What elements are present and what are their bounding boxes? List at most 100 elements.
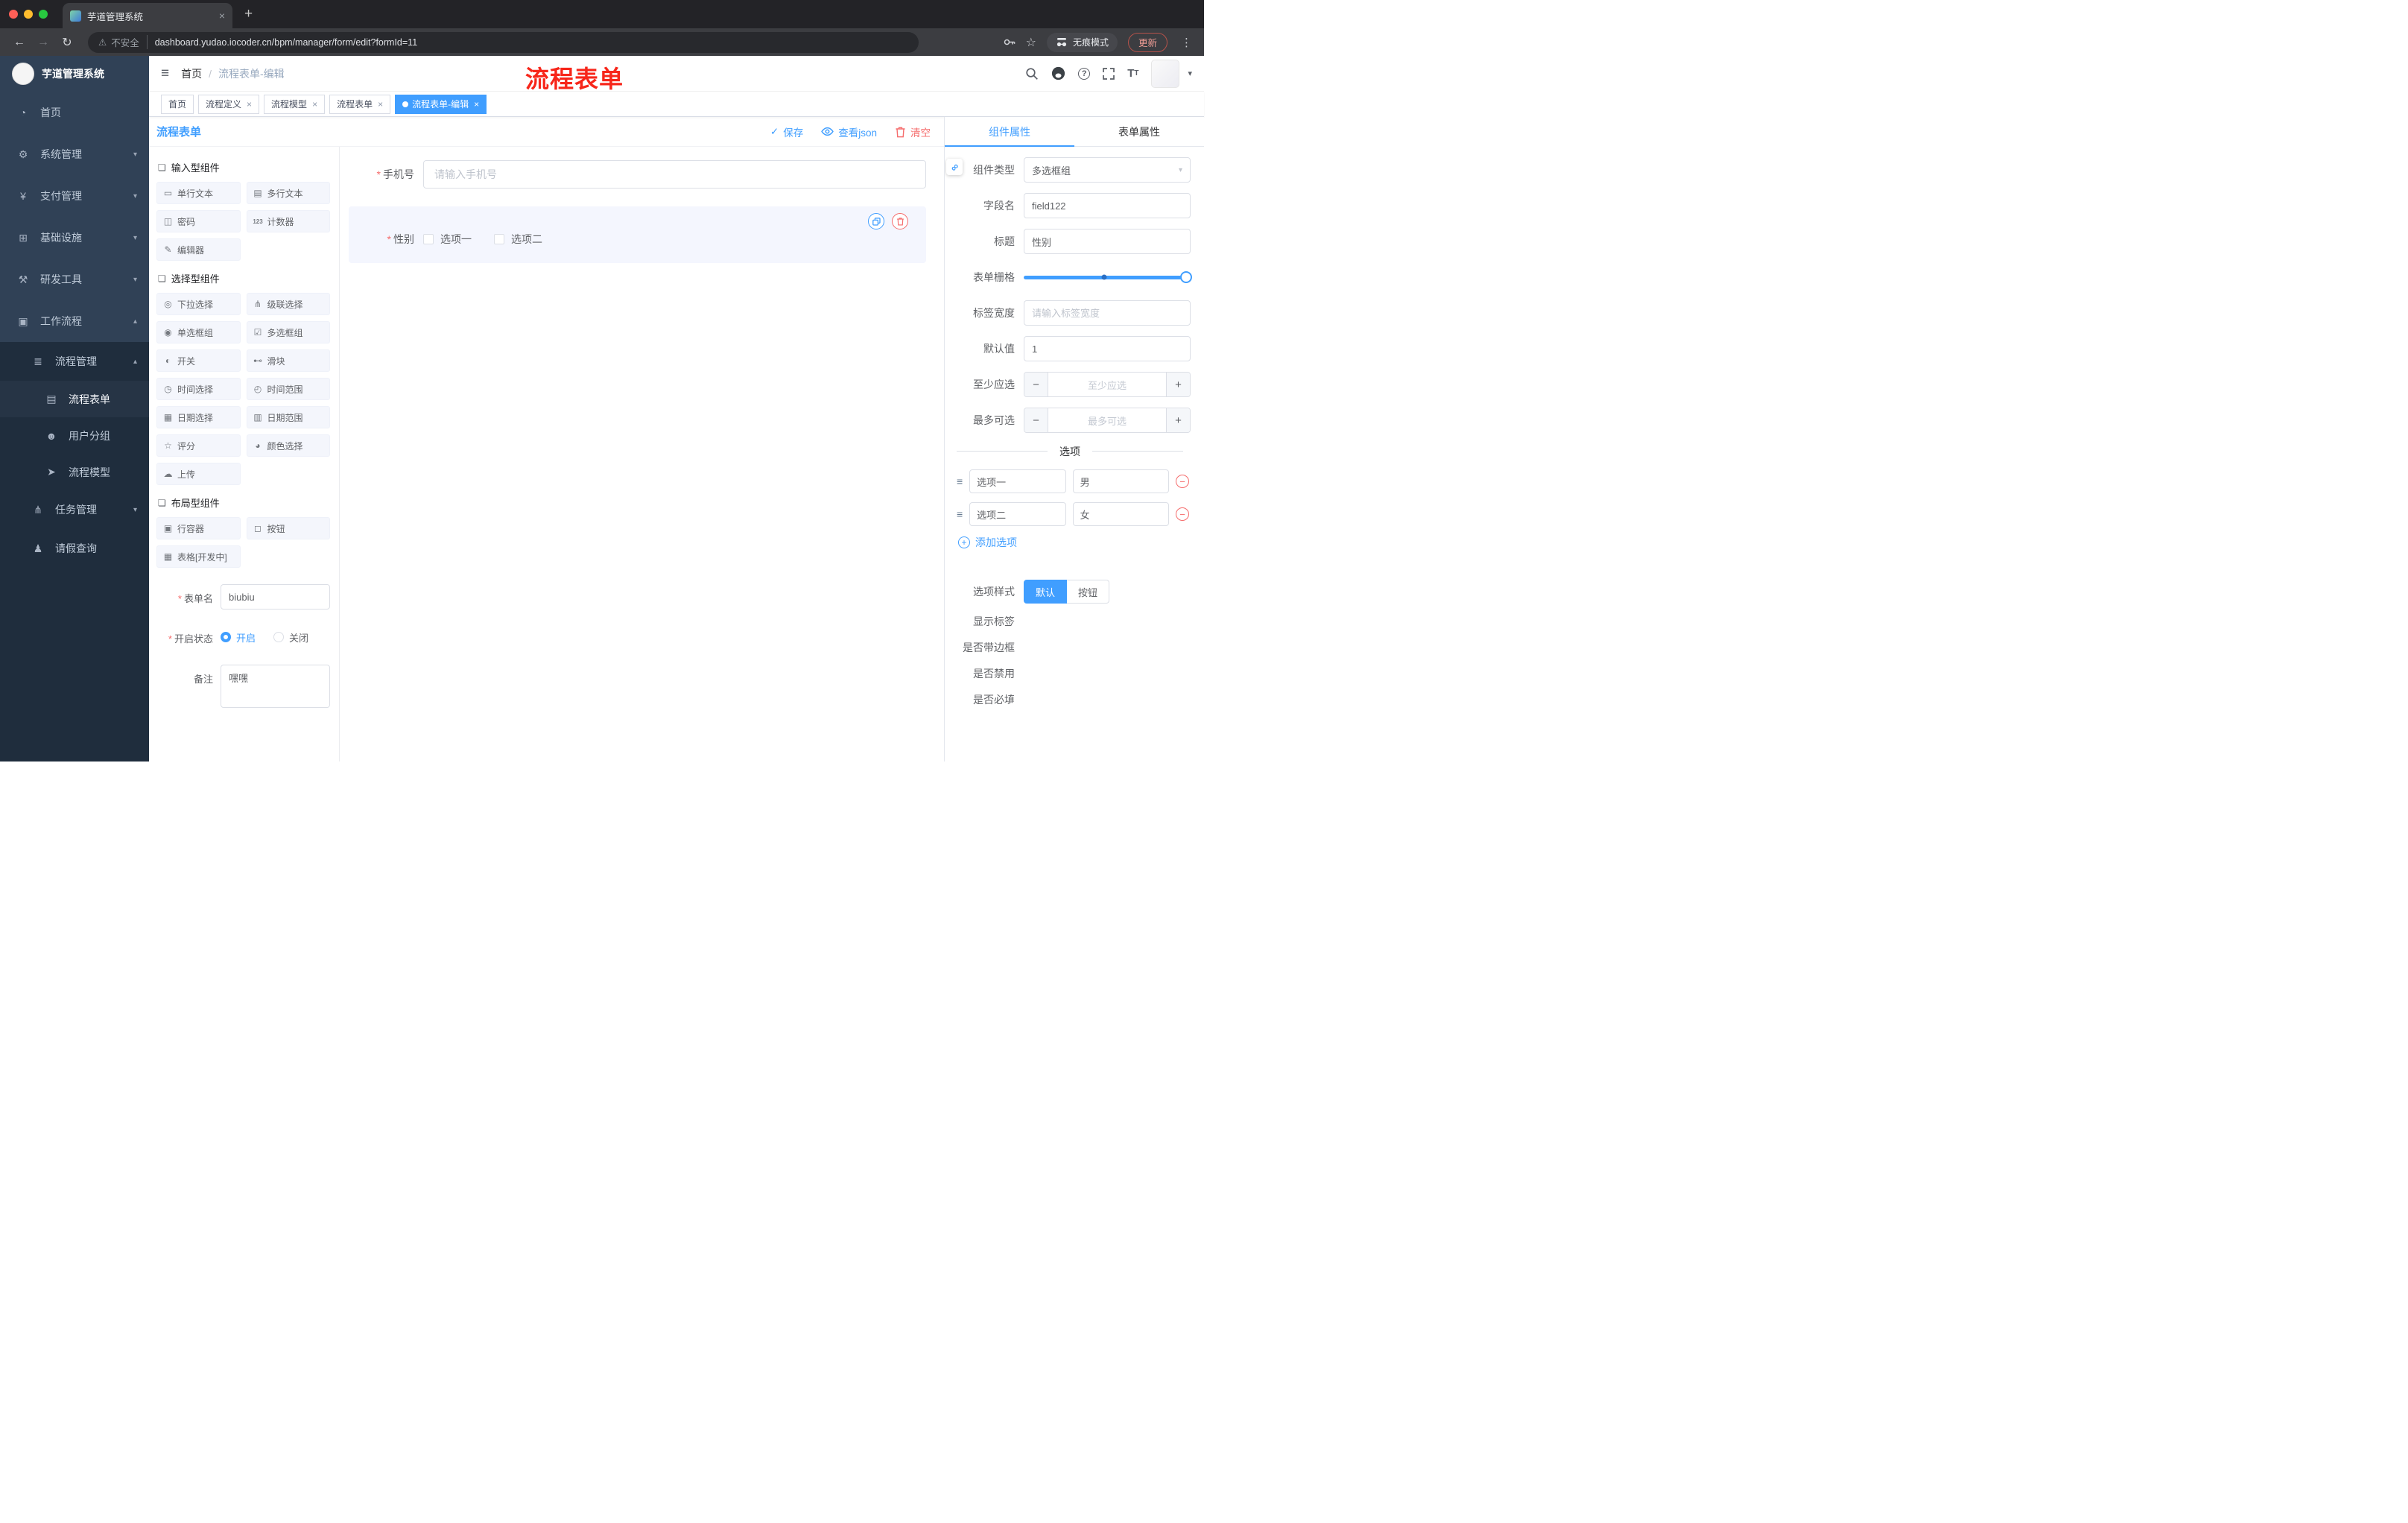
checkbox-option-1[interactable]: 选项一 (423, 232, 472, 247)
view-json-button[interactable]: 查看json (821, 124, 877, 139)
tag-process-form-edit[interactable]: 流程表单-编辑 × (395, 94, 487, 114)
close-window-button[interactable] (9, 10, 18, 19)
fullscreen-icon[interactable] (1103, 67, 1115, 80)
checkbox[interactable] (494, 234, 504, 244)
new-tab-button[interactable]: + (244, 6, 253, 22)
component-type-select[interactable]: 多选框组 ▾ (1024, 157, 1191, 183)
help-icon[interactable]: ? (1078, 67, 1091, 80)
font-size-icon[interactable]: TT (1127, 68, 1138, 79)
hamburger-icon[interactable]: ≡ (161, 66, 169, 82)
phone-field-row[interactable]: * 手机号 (349, 160, 926, 189)
reload-icon[interactable]: ↻ (57, 35, 77, 50)
selected-component-gender[interactable]: * 性别 选项一 选项二 (349, 206, 926, 263)
browser-update-button[interactable]: 更新 (1127, 32, 1167, 52)
sidebar-item-process-form[interactable]: ▤ 流程表单 (0, 381, 149, 417)
palette-item-radio-group[interactable]: ◉ 单选框组 (156, 321, 241, 343)
style-button-button[interactable]: 按钮 (1067, 580, 1110, 604)
github-icon[interactable] (1051, 66, 1065, 80)
palette-item-editor[interactable]: ✎ 编辑器 (156, 238, 241, 261)
clear-button[interactable]: 清空 (895, 124, 931, 139)
tag-close-icon[interactable]: × (474, 99, 479, 110)
add-option-button[interactable]: + 添加选项 (958, 535, 1191, 550)
sidebar-item-infra[interactable]: ⊞ 基础设施 ▾ (0, 217, 149, 259)
drag-handle-icon[interactable]: ≡ (957, 508, 963, 520)
sidebar-item-home[interactable]: ◔ 首页 (0, 92, 149, 133)
sidebar-item-system[interactable]: ⚙ 系统管理 ▾ (0, 133, 149, 175)
form-name-input[interactable] (221, 584, 330, 609)
tag-process-model[interactable]: 流程模型 × (264, 94, 326, 114)
sidebar-item-devtools[interactable]: ⚒ 研发工具 ▾ (0, 259, 149, 300)
back-icon[interactable]: ← (9, 36, 30, 49)
form-remark-textarea[interactable]: 嘿嘿 (221, 665, 330, 708)
palette-item-table[interactable]: ▦ 表格[开发中] (156, 545, 241, 568)
palette-item-upload[interactable]: ☁ 上传 (156, 463, 241, 485)
status-radio-on[interactable]: 开启 (221, 630, 256, 645)
style-default-button[interactable]: 默认 (1024, 580, 1068, 604)
tag-process-definition[interactable]: 流程定义 × (198, 94, 260, 114)
palette-item-switch[interactable]: ◐ 开关 (156, 349, 241, 372)
save-button[interactable]: ✓ 保存 (770, 124, 803, 139)
tag-close-icon[interactable]: × (378, 99, 383, 110)
bookmark-star-icon[interactable]: ☆ (1026, 35, 1036, 50)
minimize-window-button[interactable] (24, 10, 33, 19)
sidebar-item-payment[interactable]: ¥ 支付管理 ▾ (0, 175, 149, 217)
palette-item-slider[interactable]: ⊷ 滑块 (246, 349, 330, 372)
search-icon[interactable] (1025, 67, 1039, 80)
key-icon[interactable] (1003, 36, 1016, 48)
palette-item-time-picker[interactable]: ◷ 时间选择 (156, 378, 241, 400)
palette-item-single-text[interactable]: ▭ 单行文本 (156, 182, 241, 204)
max-select-value[interactable]: 最多可选 (1048, 408, 1166, 432)
option-value-input[interactable] (1072, 502, 1170, 526)
label-width-input[interactable] (1024, 300, 1191, 326)
palette-item-row-container[interactable]: ▣ 行容器 (156, 517, 241, 539)
slider-track[interactable] (1024, 271, 1192, 283)
gender-field-row[interactable]: * 性别 选项一 选项二 (349, 232, 908, 247)
palette-item-cascader[interactable]: ⋔ 级联选择 (246, 293, 330, 315)
status-radio-off[interactable]: 关闭 (273, 630, 308, 645)
sidebar-item-process-model[interactable]: ➤ 流程模型 (0, 454, 149, 490)
browser-menu-icon[interactable]: ⋮ (1178, 36, 1195, 49)
palette-item-color-picker[interactable]: ◕ 颜色选择 (246, 434, 330, 457)
grid-slider[interactable] (1024, 265, 1192, 290)
increase-button[interactable]: + (1166, 408, 1190, 432)
avatar-caret-icon[interactable]: ▾ (1188, 69, 1192, 78)
sidebar-item-task-mgmt[interactable]: ⋔ 任务管理 ▾ (0, 490, 149, 529)
remove-option-icon[interactable]: − (1176, 507, 1190, 521)
zoom-window-button[interactable] (39, 10, 48, 19)
remove-option-icon[interactable]: − (1176, 475, 1190, 488)
breadcrumb-home[interactable]: 首页 (181, 66, 202, 81)
checkbox-option-2[interactable]: 选项二 (494, 232, 542, 247)
title-input[interactable] (1024, 229, 1191, 254)
user-avatar[interactable] (1151, 59, 1180, 88)
palette-item-select[interactable]: ◎ 下拉选择 (156, 293, 241, 315)
phone-input[interactable] (423, 160, 926, 189)
slider-handle[interactable] (1180, 271, 1192, 283)
palette-item-button[interactable]: ◻ 按钮 (246, 517, 330, 539)
field-name-input[interactable] (1024, 193, 1191, 218)
address-bar[interactable]: ⚠ 不安全 dashboard.yudao.iocoder.cn/bpm/man… (88, 31, 919, 53)
min-select-value[interactable]: 至少应选 (1048, 373, 1166, 396)
palette-item-date-range[interactable]: ▥ 日期范围 (246, 406, 330, 428)
link-icon[interactable]: ∞ (946, 159, 963, 175)
forward-icon[interactable]: → (33, 36, 54, 49)
increase-button[interactable]: + (1166, 373, 1190, 396)
tag-close-icon[interactable]: × (247, 99, 252, 110)
palette-item-time-range[interactable]: ◴ 时间范围 (246, 378, 330, 400)
sidebar-item-user-group[interactable]: ☻ 用户分组 (0, 417, 149, 454)
option-value-input[interactable] (1072, 469, 1170, 493)
tag-home[interactable]: 首页 (161, 94, 194, 114)
tag-process-form[interactable]: 流程表单 × (329, 94, 391, 114)
palette-item-counter[interactable]: 123 计数器 (246, 210, 330, 232)
tab-close-icon[interactable]: × (219, 10, 225, 22)
tab-component-props[interactable]: 组件属性 (945, 117, 1074, 147)
option-name-input[interactable] (969, 502, 1066, 526)
palette-item-checkbox-group[interactable]: ☑ 多选框组 (246, 321, 330, 343)
browser-tab[interactable]: 芋道管理系统 × (63, 3, 232, 28)
palette-item-multi-text[interactable]: ▤ 多行文本 (246, 182, 330, 204)
decrease-button[interactable]: − (1024, 373, 1048, 396)
palette-item-password[interactable]: ◫ 密码 (156, 210, 241, 232)
option-name-input[interactable] (969, 469, 1066, 493)
form-canvas[interactable]: * 手机号 请输入手机号 * 性别 选项一 选项二 (340, 147, 944, 762)
sidebar-item-leave-query[interactable]: ♟ 请假查询 (0, 529, 149, 568)
copy-component-button[interactable] (868, 213, 884, 229)
